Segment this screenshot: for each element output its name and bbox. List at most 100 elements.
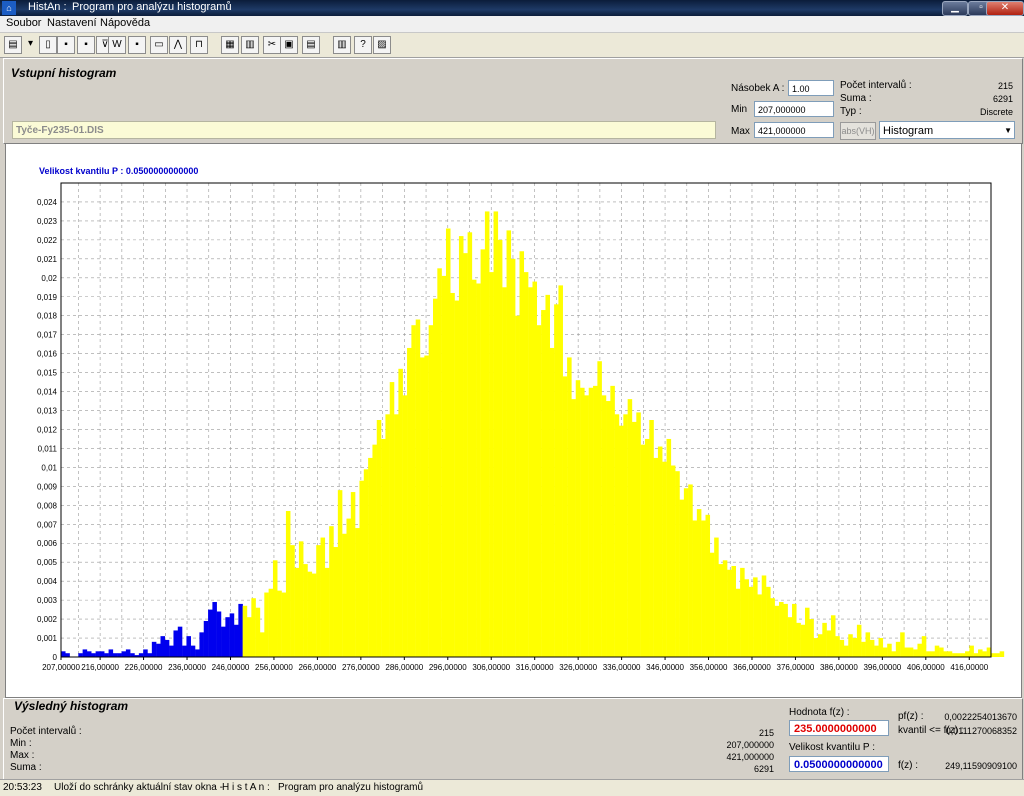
histogram-bar [787,617,793,657]
histogram-bar [389,382,395,657]
histogram-bar [653,457,659,657]
save-as-icon[interactable]: ▪ [77,36,95,54]
histogram-bar [848,634,853,657]
menu-nastaveni[interactable]: Nastavení [47,17,97,29]
histogram-bar [731,565,736,657]
histogram-bar [913,649,918,657]
typ-label: Typ : [840,106,862,117]
status-bar: 20:53:23 Uloží do schránky aktuální stav… [0,779,1024,796]
floppy-icon[interactable]: ▪ [128,36,146,54]
columns-icon[interactable]: ▥ [241,36,259,54]
palette-icon[interactable]: ▦ [221,36,239,54]
histogram-bar [766,586,771,657]
histogram-bar [160,636,166,657]
y-tick-label: 0,001 [37,634,58,643]
result-max-label: Max : [10,750,35,761]
copy-icon[interactable]: ▣ [280,36,298,54]
app-icon[interactable]: ⌂ [2,1,16,15]
histogram-bar [869,639,875,657]
histogram-bar [926,651,931,657]
histogram-bar [748,586,754,657]
minimize-button[interactable]: ▁ [942,1,968,16]
menu-soubor[interactable]: Soubor [6,17,41,29]
histogram-bar [307,571,313,657]
chart-area: Velikost kvantilu P : 0.0500000000000 0 0,… [5,143,1022,698]
histogram-bar [333,547,339,657]
histogram-bar [480,249,486,658]
histogram-bar [567,357,572,657]
window-icon[interactable]: ▭ [150,36,168,54]
histogram-bar [151,641,157,657]
save-icon[interactable]: ▪ [57,36,75,54]
new-document-icon[interactable]: ▯ [39,36,57,54]
x-tick-label: 276,00000 [342,663,380,672]
x-tick-label: 326,00000 [559,663,597,672]
open-folder-icon[interactable]: ▤ [4,36,22,54]
y-tick-label: 0,015 [37,369,58,378]
cut-icon[interactable]: ✂ [263,36,281,54]
min-input[interactable]: 207,000000 [754,101,834,117]
histogram-bar [281,592,287,657]
histogram-bar [138,653,144,657]
graph-icon[interactable]: ⋀ [169,36,187,54]
paste-icon[interactable]: ▤ [302,36,320,54]
y-tick-label: 0,021 [37,255,58,264]
file-name-field[interactable]: Tyče-Fy235-01.DIS [12,121,716,139]
max-input[interactable]: 421,000000 [754,122,834,138]
histogram-bar [727,569,732,657]
x-tick-label: 376,00000 [777,663,815,672]
histogram-bar [614,414,620,657]
y-tick-label: 0,01 [41,463,57,472]
histogram-bar [619,425,624,657]
help-icon[interactable]: ? [354,36,372,54]
kvantil-p-input[interactable]: 0.0500000000000 [789,756,889,772]
histogram-bar [99,651,105,657]
histogram-bar [515,315,520,657]
histogram-bar [649,420,654,657]
histogram-bar [826,630,832,657]
histogram-bar [891,651,897,657]
step-icon[interactable]: ⊓ [190,36,208,54]
histogram-bar [424,355,429,657]
nasobek-input[interactable]: 1.00 [788,80,834,96]
dropdown-arrow-icon[interactable]: ▾ [26,36,35,52]
histogram-bar [199,632,204,657]
histogram-bar [636,412,641,657]
histogram-bar [259,632,265,657]
x-tick-label: 366,00000 [733,663,771,672]
histogram-bar [779,602,784,657]
histogram-bar [173,630,178,657]
close-button[interactable]: ✕ [986,1,1024,16]
histogram-bar [982,651,987,657]
abs-button[interactable]: abs(VH) [840,122,876,140]
histogram-bar [558,285,563,657]
y-tick-label: 0,002 [37,615,58,624]
book-icon[interactable]: ▥ [333,36,351,54]
word-icon[interactable]: W [108,36,126,54]
histogram-bar [882,647,888,657]
histogram-bar [701,520,706,657]
pocet-value: 215 [997,81,1013,91]
histogram-bar [65,653,70,657]
histogram-bar [683,488,689,657]
info-icon[interactable]: ▨ [373,36,391,54]
histogram-bar [995,653,1000,657]
type-select[interactable]: Histogram ▼ [879,121,1015,139]
histogram-bar [921,636,927,657]
hodnota-input[interactable]: 235.0000000000 [789,720,889,736]
histogram-bar [238,603,243,657]
histogram-bar [856,624,862,657]
histogram-bar [774,605,780,657]
histogram-bar [268,588,274,657]
max-label: Max [731,126,750,137]
menu-napoveda[interactable]: Nápověda [100,17,150,29]
histogram-bar [740,567,745,657]
histogram-bar [420,357,425,657]
histogram-bar [324,567,330,657]
y-tick-label: 0,009 [37,482,58,491]
histogram-bar [143,649,148,657]
histogram-bar [623,414,628,657]
y-tick-label: 0,02 [41,274,57,283]
histogram-bar [718,564,724,657]
histogram-bar [843,645,849,657]
